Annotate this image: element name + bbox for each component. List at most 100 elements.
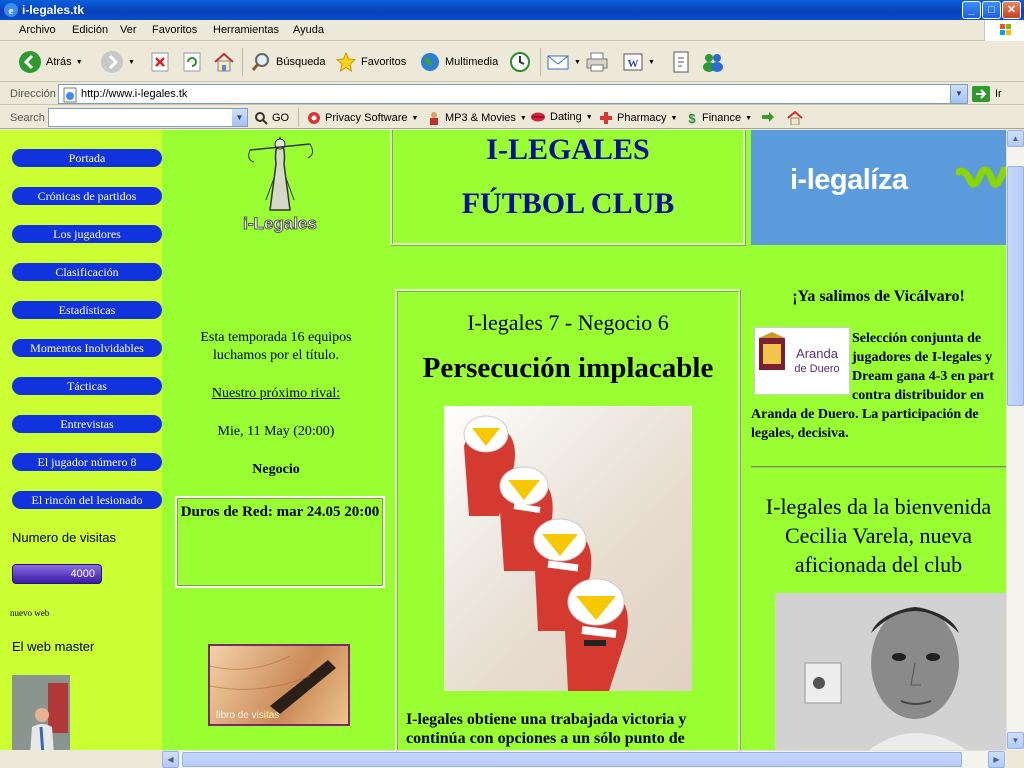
favorites-label: Favoritos	[361, 56, 407, 68]
nav-clasificacion[interactable]: Clasificación	[12, 263, 162, 281]
chevron-down-icon: ▼	[411, 114, 419, 122]
welcome-line-2: Cecilia Varela, nueva	[784, 523, 973, 548]
visit-counter: 4000	[12, 564, 102, 584]
menu-ayuda[interactable]: Ayuda	[293, 24, 324, 36]
printer-icon	[586, 52, 608, 72]
toolbar-home-button[interactable]	[787, 111, 803, 125]
match-score: I-legales 7 - Negocio 6	[467, 310, 669, 335]
home-button[interactable]	[212, 48, 236, 76]
scroll-left-button[interactable]: ◀	[162, 751, 179, 768]
nav-tacticas[interactable]: Tácticas	[12, 377, 162, 395]
menu-edicion[interactable]: Edición	[72, 24, 108, 36]
history-button[interactable]	[508, 48, 532, 76]
dating-menu[interactable]: Dating ▼	[530, 111, 593, 123]
chevron-down-icon: ▼	[519, 114, 527, 122]
mail-button[interactable]: ▼	[546, 48, 581, 76]
search-dropdown-button[interactable]: ▼	[232, 109, 247, 126]
nav-jugadores[interactable]: Los jugadores	[12, 225, 162, 243]
welcome-line-1: I-legales da la bienvenida	[765, 494, 992, 519]
chevron-down-icon[interactable]: ▼	[648, 59, 655, 66]
vertical-scroll-thumb[interactable]	[1007, 166, 1024, 406]
forward-arrow-icon	[101, 51, 123, 73]
privacy-software-menu[interactable]: Privacy Software ▼	[307, 111, 418, 125]
finance-menu[interactable]: $ Finance ▼	[686, 111, 752, 125]
nav-rincon-lesionado[interactable]: El rincón del lesionado	[12, 491, 162, 509]
search-label: Búsqueda	[276, 56, 326, 68]
messenger-notes-button[interactable]	[670, 48, 692, 76]
menu-favoritos[interactable]: Favoritos	[152, 24, 197, 36]
article-headline: Persecución implacable	[422, 352, 714, 384]
menu-ver[interactable]: Ver	[120, 24, 137, 36]
pharmacy-menu[interactable]: Pharmacy ▼	[599, 111, 677, 125]
news-line-3: Dream gana 4-3 en part	[852, 369, 995, 384]
svg-text:W: W	[628, 58, 639, 70]
search-go-label: GO	[272, 112, 290, 124]
go-button[interactable]: Ir	[972, 86, 1002, 102]
mp3-movies-menu[interactable]: MP3 & Movies ▼	[427, 111, 527, 125]
news-line-2: jugadores de I-legales y	[852, 350, 993, 365]
season-line-2: luchamos por el título.	[213, 348, 339, 363]
refresh-button[interactable]	[182, 48, 202, 76]
menu-archivo[interactable]: Archivo	[19, 24, 56, 36]
cyclist-4	[564, 578, 628, 691]
chevron-down-icon[interactable]: ▼	[128, 59, 135, 66]
scroll-down-button[interactable]: ▼	[1007, 732, 1024, 749]
maximize-button[interactable]: □	[982, 1, 1001, 19]
guestbook-link[interactable]: libro de visitas	[208, 644, 350, 726]
search-toolbar-input[interactable]: ▼	[48, 108, 248, 127]
ilegaliza-banner[interactable]: i-legalíza	[751, 130, 1006, 245]
search-button[interactable]: Búsqueda	[250, 48, 326, 76]
chevron-down-icon: ▼	[745, 114, 753, 122]
horizontal-scroll-thumb[interactable]	[182, 752, 962, 767]
nuevo-web-link[interactable]: nuevo web	[10, 608, 49, 618]
history-icon	[510, 52, 530, 72]
season-line-1: Esta temporada 16 equipos	[200, 330, 352, 345]
scroll-up-button[interactable]: ▲	[1007, 130, 1024, 147]
media-button[interactable]: Multimedia	[419, 48, 498, 76]
nav-cronicas[interactable]: Crónicas de partidos	[12, 187, 162, 205]
globe-icon	[421, 53, 439, 71]
club-logo: i-Legales	[230, 130, 330, 240]
chevron-down-icon[interactable]: ▼	[574, 59, 581, 66]
favorites-button[interactable]: Favoritos	[335, 48, 406, 76]
nav-estadisticas[interactable]: Estadísticas	[12, 301, 162, 319]
privacy-shield-icon	[308, 112, 320, 124]
messenger-button[interactable]	[700, 48, 726, 76]
edit-button[interactable]: W ▼	[622, 48, 655, 76]
vertical-scrollbar[interactable]: ▲ ▼	[1006, 130, 1024, 750]
horizontal-scrollbar[interactable]: ◀ ▶	[162, 750, 1006, 768]
nav-entrevistas[interactable]: Entrevistas	[12, 415, 162, 433]
upcoming-match-box: Duros de Red: mar 24.05 20:00	[175, 496, 385, 588]
windows-logo-icon	[984, 20, 1024, 41]
svg-text:$: $	[688, 111, 696, 125]
refresh-icon	[183, 52, 201, 72]
nav-jugador-8[interactable]: El jugador número 8	[12, 453, 162, 471]
main-article: I-legales 7 - Negocio 6 Persecución impl…	[395, 289, 741, 750]
toolbar-options-button[interactable]	[760, 111, 776, 125]
visit-count: 4000	[70, 568, 95, 580]
page-icon	[63, 87, 77, 103]
stop-button[interactable]	[150, 48, 170, 76]
back-arrow-icon	[19, 51, 41, 73]
nav-portada[interactable]: Portada	[12, 149, 162, 167]
address-input[interactable]: http://www.i-legales.tk ▼	[58, 84, 968, 104]
scroll-right-button[interactable]: ▶	[988, 751, 1005, 768]
news-line-1: Selección conjunta de	[852, 331, 982, 346]
aranda-logo-text: Aranda	[796, 346, 839, 361]
nav-momentos[interactable]: Momentos Inolvidables	[12, 339, 162, 357]
club-title-line2: FÚTBOL CLUB	[461, 187, 675, 220]
search-go-button[interactable]: GO	[254, 111, 289, 125]
webmaster-photo[interactable]	[12, 675, 70, 750]
print-button[interactable]	[585, 48, 609, 76]
club-title-line1: I-LEGALES	[486, 133, 650, 166]
minimize-button[interactable]: _	[962, 1, 981, 19]
address-dropdown-button[interactable]: ▼	[950, 85, 967, 103]
music-person-icon	[430, 112, 438, 125]
menu-herramientas[interactable]: Herramientas	[213, 24, 279, 36]
upcoming-match-text: Duros de Red: mar 24.05 20:00	[180, 504, 380, 520]
back-button[interactable]: Atrás ▼	[18, 48, 83, 76]
chevron-down-icon[interactable]: ▼	[76, 59, 83, 66]
close-button[interactable]: ✕	[1002, 1, 1021, 19]
forward-button[interactable]: ▼	[100, 48, 135, 76]
stop-icon	[151, 52, 169, 72]
